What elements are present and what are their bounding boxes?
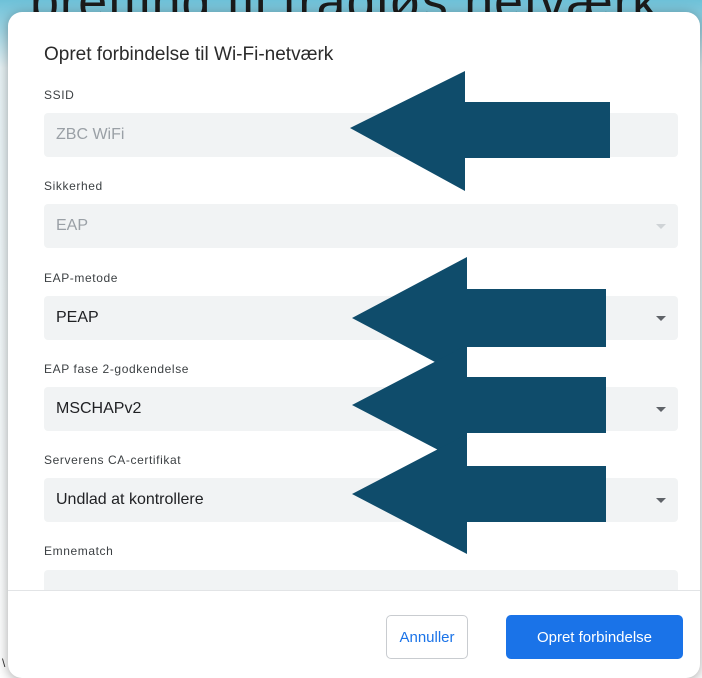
- arrow-phase2-icon: [352, 345, 606, 465]
- arrow-ssid-icon: [350, 71, 610, 191]
- arrow-ca-cert-icon: [352, 434, 606, 554]
- arrow-eap-method-icon: [352, 257, 606, 379]
- annotation-arrows: [350, 71, 610, 554]
